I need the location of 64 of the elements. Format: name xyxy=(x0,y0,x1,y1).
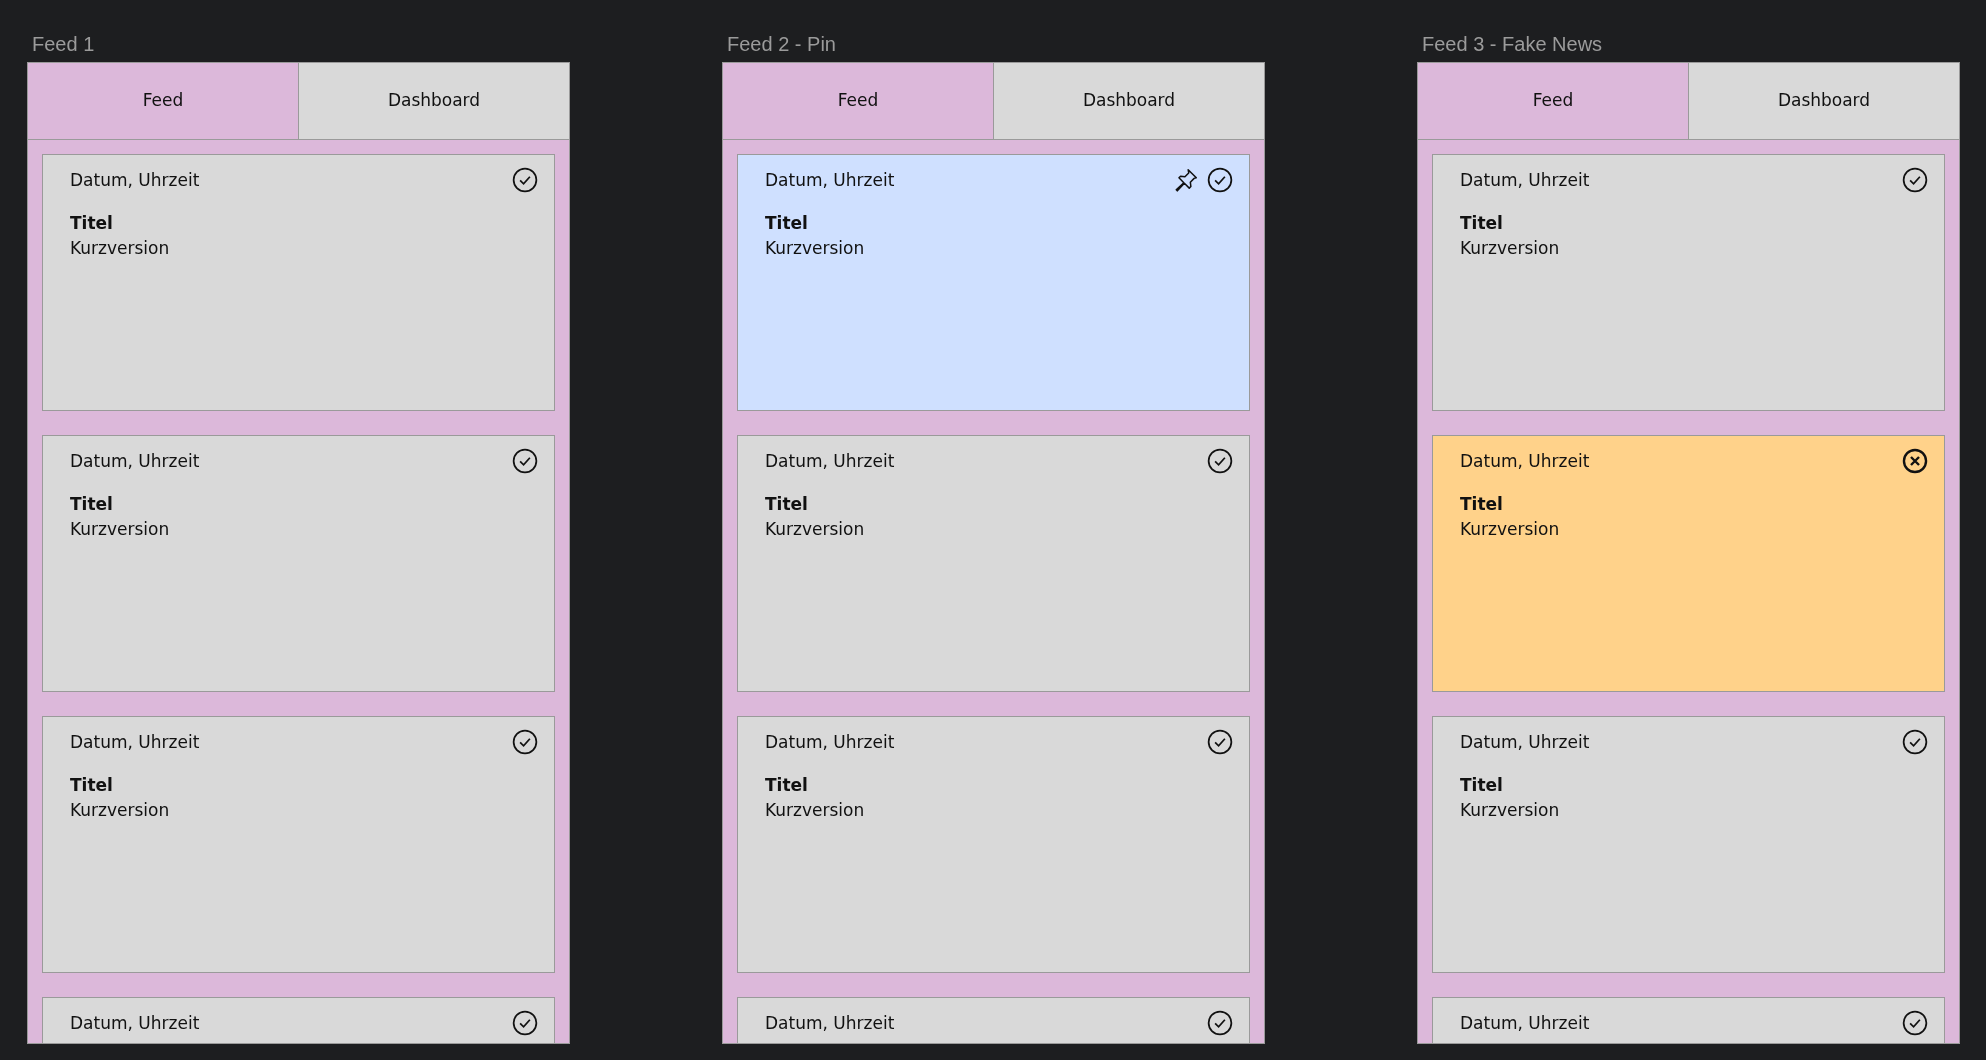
check-circle-icon[interactable] xyxy=(1902,729,1928,755)
card-summary: Kurzversion xyxy=(765,799,866,822)
news-card[interactable]: Datum, Uhrzeit Titel Kurzversion xyxy=(1432,435,1945,692)
card-title: Titel xyxy=(70,212,114,235)
card-title: Titel xyxy=(1460,774,1504,797)
tab[interactable]: Dashboard xyxy=(1689,63,1959,140)
news-card[interactable]: Datum, Uhrzeit Titel Kurzversion xyxy=(42,435,555,692)
tab[interactable]: Dashboard xyxy=(994,63,1264,140)
news-card[interactable]: Datum, Uhrzeit xyxy=(737,997,1250,1043)
check-circle-icon[interactable] xyxy=(512,1010,538,1036)
check-circle-icon[interactable] xyxy=(1902,167,1928,193)
check-circle-icon[interactable] xyxy=(1207,167,1233,193)
date-time-text: Datum, Uhrzeit xyxy=(70,1012,200,1035)
frame-label: Feed 2 - Pin xyxy=(727,32,837,56)
date-time-text: Datum, Uhrzeit xyxy=(765,169,895,192)
date-time-text: Datum, Uhrzeit xyxy=(70,450,200,473)
card-summary: Kurzversion xyxy=(1460,518,1561,541)
card-summary: Kurzversion xyxy=(765,237,866,260)
card-summary: Kurzversion xyxy=(1460,237,1561,260)
check-circle-icon[interactable] xyxy=(512,729,538,755)
news-card[interactable]: Datum, Uhrzeit xyxy=(42,997,555,1043)
date-time-text: Datum, Uhrzeit xyxy=(1460,1012,1590,1035)
news-card[interactable]: Datum, Uhrzeit Titel Kurzversion xyxy=(1432,154,1945,411)
check-circle-icon[interactable] xyxy=(512,448,538,474)
news-card[interactable]: Datum, Uhrzeit Titel Kurzversion xyxy=(42,154,555,411)
tab[interactable]: Dashboard xyxy=(299,63,569,140)
date-time-text: Datum, Uhrzeit xyxy=(765,1012,895,1035)
date-time-text: Datum, Uhrzeit xyxy=(1460,169,1590,192)
check-circle-icon[interactable] xyxy=(1207,729,1233,755)
tab[interactable]: Feed xyxy=(28,63,299,140)
check-circle-icon[interactable] xyxy=(1207,1010,1233,1036)
frame-label: Feed 1 xyxy=(32,32,96,56)
tab[interactable]: Feed xyxy=(723,63,994,140)
check-circle-icon[interactable] xyxy=(1207,448,1233,474)
date-time-text: Datum, Uhrzeit xyxy=(70,169,200,192)
news-card[interactable]: Datum, Uhrzeit Titel Kurzversion xyxy=(42,716,555,973)
card-summary: Kurzversion xyxy=(1460,799,1561,822)
tab[interactable]: Feed xyxy=(1418,63,1689,140)
card-title: Titel xyxy=(1460,493,1504,516)
date-time-text: Datum, Uhrzeit xyxy=(1460,450,1590,473)
card-summary: Kurzversion xyxy=(70,237,171,260)
card-summary: Kurzversion xyxy=(765,518,866,541)
date-time-text: Datum, Uhrzeit xyxy=(765,731,895,754)
news-card[interactable]: Datum, Uhrzeit Titel Kurzversion xyxy=(1432,716,1945,973)
card-title: Titel xyxy=(70,493,114,516)
date-time-text: Datum, Uhrzeit xyxy=(765,450,895,473)
frame-label: Feed 3 - Fake News xyxy=(1422,32,1604,56)
card-summary: Kurzversion xyxy=(70,799,171,822)
card-title: Titel xyxy=(765,212,809,235)
date-time-text: Datum, Uhrzeit xyxy=(1460,731,1590,754)
news-card[interactable]: Datum, Uhrzeit Titel Kurzversion xyxy=(737,154,1250,411)
card-title: Titel xyxy=(70,774,114,797)
check-circle-icon[interactable] xyxy=(1902,1010,1928,1036)
card-summary: Kurzversion xyxy=(70,518,171,541)
card-title: Titel xyxy=(765,493,809,516)
news-card[interactable]: Datum, Uhrzeit xyxy=(1432,997,1945,1043)
news-card[interactable]: Datum, Uhrzeit Titel Kurzversion xyxy=(737,716,1250,973)
card-title: Titel xyxy=(1460,212,1504,235)
date-time-text: Datum, Uhrzeit xyxy=(70,731,200,754)
news-card[interactable]: Datum, Uhrzeit Titel Kurzversion xyxy=(737,435,1250,692)
card-title: Titel xyxy=(765,774,809,797)
x-circle-icon[interactable] xyxy=(1902,448,1928,474)
check-circle-icon[interactable] xyxy=(512,167,538,193)
pin-icon[interactable] xyxy=(1173,167,1199,193)
